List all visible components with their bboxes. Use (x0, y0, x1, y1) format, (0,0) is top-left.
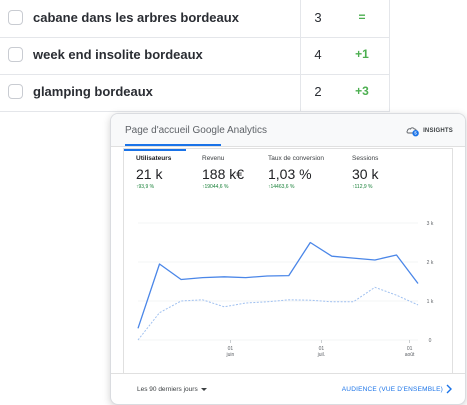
metric-label: Sessions (352, 155, 379, 162)
y-tick-label: 3 k (427, 221, 434, 227)
title-underline (125, 144, 221, 146)
card-footer: Les 90 derniers jours AUDIENCE (VUE D'EN… (111, 373, 465, 404)
analytics-card: Page d'accueil Google Analytics 5 INSIGH… (110, 113, 466, 405)
metric-value: 21 k (136, 166, 163, 182)
table-row: cabane dans les arbres bordeaux 3 = (0, 0, 390, 38)
metric-value: 30 k (352, 166, 379, 182)
position-value: 2 (314, 84, 322, 99)
metric-change: ↑93,9 % (136, 184, 155, 190)
card-header: Page d'accueil Google Analytics 5 INSIGH… (111, 114, 465, 147)
keyword-text: glamping bordeaux (33, 84, 153, 99)
position-change: +1 (355, 47, 369, 61)
insights-button[interactable]: 5 INSIGHTS (406, 125, 453, 137)
metric-change: ↑19044,6 % (202, 184, 229, 190)
position-value: 3 (314, 10, 322, 25)
date-range-select[interactable]: Les 90 derniers jours (137, 386, 207, 393)
line-chart: 3 k2 k1 k001juin01juil.01août (137, 221, 434, 358)
position-change: = (358, 10, 366, 24)
y-tick-label: 0 (429, 338, 432, 344)
position-value: 4 (314, 47, 322, 62)
position-change: +3 (355, 84, 369, 98)
insights-icon: 5 (406, 127, 419, 137)
insights-label: INSIGHTS (423, 128, 453, 134)
x-tick-label: juil. (317, 352, 326, 358)
row-checkbox[interactable] (8, 47, 23, 62)
metrics-panel: Utilisateurs 21 k ↑93,9 % Revenu 188 k€ … (123, 148, 453, 373)
metric-label: Revenu (202, 155, 225, 162)
metric-change: ↑112,9 % (352, 184, 373, 190)
row-checkbox[interactable] (8, 10, 23, 25)
metric-revenue[interactable]: Revenu 188 k€ ↑19044,6 % (202, 155, 244, 190)
table-row: glamping bordeaux 2 +3 (0, 74, 390, 112)
audience-overview-link[interactable]: AUDIENCE (VUE D'ENSEMBLE) (342, 386, 443, 393)
series-line-current (137, 241, 419, 329)
metric-conversion-rate[interactable]: Taux de conversion 1,03 % ↑14463,6 % (268, 155, 324, 190)
metric-value: 188 k€ (202, 166, 245, 182)
y-tick-label: 2 k (427, 260, 434, 266)
y-tick-label: 1 k (427, 299, 434, 305)
x-tick-label: août (405, 352, 415, 358)
keyword-text: week end insolite bordeaux (33, 47, 203, 62)
metric-change: ↑14463,6 % (268, 184, 295, 190)
active-metric-indicator (124, 149, 186, 151)
metric-sessions[interactable]: Sessions 30 k ↑112,9 % (352, 155, 378, 190)
x-tick-label: juin (226, 352, 235, 358)
chevron-right-icon[interactable] (445, 384, 453, 394)
table-row: week end insolite bordeaux 4 +1 (0, 37, 390, 75)
dropdown-caret-icon (200, 388, 207, 391)
metric-users[interactable]: Utilisateurs 21 k ↑93,9 % (136, 155, 171, 190)
date-range-label: Les 90 derniers jours (137, 386, 198, 393)
row-checkbox[interactable] (8, 84, 23, 99)
metric-value: 1,03 % (268, 166, 312, 182)
keyword-text: cabane dans les arbres bordeaux (33, 10, 239, 25)
card-title: Page d'accueil Google Analytics (125, 125, 267, 136)
metric-label: Utilisateurs (136, 155, 172, 162)
metric-label: Taux de conversion (268, 155, 325, 162)
series-line-previous (137, 286, 419, 341)
